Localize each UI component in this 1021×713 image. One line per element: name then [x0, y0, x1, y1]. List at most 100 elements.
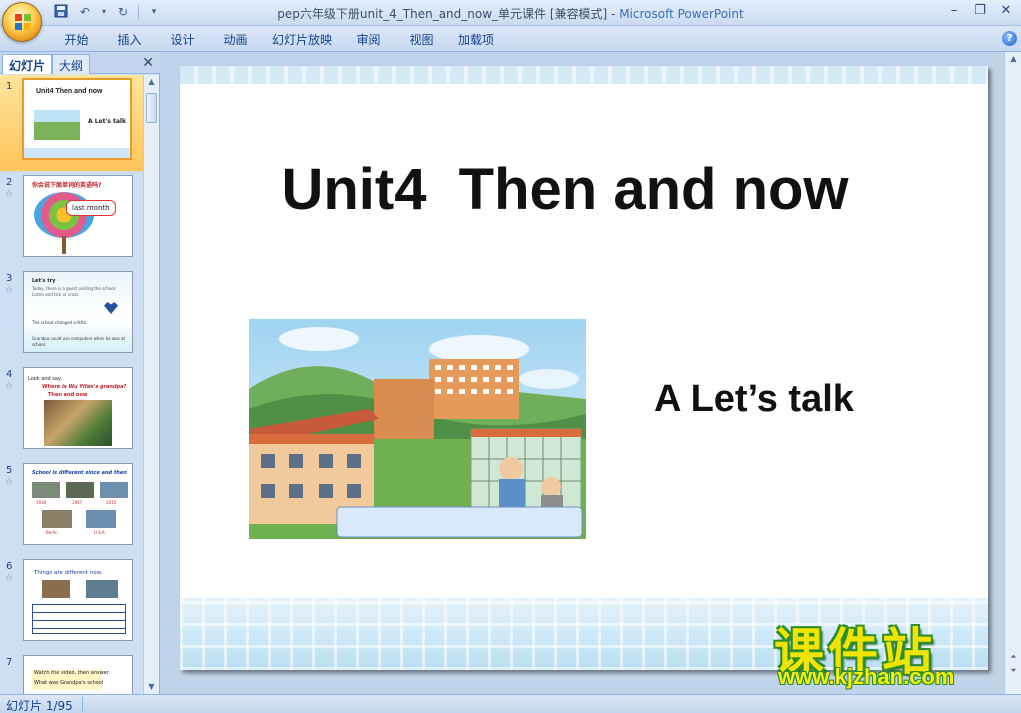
slide-thumbnail-7[interactable]: 7 Watch the video, then answer. What was…	[0, 651, 144, 694]
thumb-subtitle: What was Grandpa's school	[34, 680, 104, 686]
slide-thumbnail-1[interactable]: 1 Unit4 Then and now A Let's talk	[0, 75, 144, 171]
scroll-up-icon[interactable]: ▲	[1006, 52, 1021, 66]
thumb-subtitle: A Let's talk	[88, 118, 126, 125]
tab-slideshow[interactable]: 幻灯片放映	[262, 31, 342, 48]
slide-preview: Watch the video, then answer. What was G…	[23, 655, 133, 694]
thumb-label: Berlin	[46, 530, 58, 535]
office-button[interactable]	[2, 2, 42, 42]
status-separator	[82, 697, 83, 711]
thumb-photo	[86, 510, 116, 528]
animation-star-icon: ☆	[5, 573, 14, 583]
thumbnail-scrollbar[interactable]: ▲ ▼	[143, 75, 159, 694]
title-separator: -	[607, 7, 620, 21]
slide-counter: 幻灯片 1/95	[6, 699, 73, 713]
slides-pane: 幻灯片 大纲 ✕ 1 Unit4 Then and now A Let's ta…	[0, 52, 160, 694]
thumb-label: 2015	[106, 500, 117, 505]
slide-number: 5	[6, 465, 13, 476]
slide-preview: Look and say. Where is Wu Yifan's grandp…	[23, 367, 133, 449]
thumb-subtitle: Today, there is a guest visiting the sch…	[32, 286, 117, 297]
slide-number: 3	[6, 273, 13, 284]
thumb-line: The school changed a little.	[32, 320, 88, 325]
tab-outline[interactable]: 大纲	[52, 54, 91, 74]
thumb-photo	[42, 510, 72, 528]
slide-thumbnail-3[interactable]: 3 ☆ Let's try Today, there is a guest vi…	[0, 267, 144, 363]
slide-top-band	[180, 66, 988, 84]
previous-slide-icon[interactable]: ⏶	[1006, 650, 1021, 664]
slide-preview: Things are different now.	[23, 559, 133, 641]
slide-thumbnail-6[interactable]: 6 ☆ Things are different now.	[0, 555, 144, 651]
editor-scrollbar[interactable]: ▲ ⏶ ⏷	[1004, 52, 1021, 694]
ribbon-tabs: 开始 插入 设计 动画 幻灯片放映 审阅 视图 加载项 ?	[0, 26, 1021, 52]
thumb-title: Let's try	[32, 278, 56, 284]
next-slide-icon[interactable]: ⏷	[1006, 664, 1021, 678]
thumb-picture	[34, 110, 80, 140]
slide-number: 4	[6, 369, 13, 380]
tab-review[interactable]: 审阅	[342, 31, 395, 48]
watermark: 课件站 www.kjzhan.com	[770, 612, 1006, 690]
thumb-trunk	[62, 236, 66, 254]
slide-preview: 你会说下面单词的英语吗? last month	[23, 175, 133, 257]
animation-star-icon: ☆	[5, 381, 14, 391]
thumb-title: Look and say.	[28, 376, 62, 382]
slide-preview: Unit4 Then and now A Let's talk	[22, 78, 132, 160]
tab-slides[interactable]: 幻灯片	[2, 54, 53, 74]
current-slide[interactable]: Unit4 Then and now A Let’s talk	[180, 66, 988, 670]
thumbnail-list: 1 Unit4 Then and now A Let's talk 2 ☆ 你会…	[0, 75, 144, 694]
minimize-icon[interactable]: –	[945, 2, 963, 20]
close-pane-icon[interactable]: ✕	[142, 55, 154, 71]
app-name: Microsoft PowerPoint	[619, 7, 744, 21]
tab-addins[interactable]: 加载项	[448, 31, 501, 48]
slide-number: 2	[6, 177, 13, 188]
slide-number: 1	[6, 81, 13, 92]
close-icon[interactable]: ✕	[997, 2, 1015, 20]
thumb-line: Then and now	[48, 392, 88, 398]
slide-preview: Let's try Today, there is a guest visiti…	[23, 271, 133, 353]
thumb-title: Unit4 Then and now	[36, 88, 103, 95]
thumb-label: 1930	[36, 500, 47, 505]
slide-thumbnail-2[interactable]: 2 ☆ 你会说下面单词的英语吗? last month	[0, 171, 144, 267]
scrollbar-thumb[interactable]	[146, 93, 157, 123]
thumb-photo	[66, 482, 94, 498]
thumb-photo	[32, 482, 60, 498]
restore-icon[interactable]: ❐	[971, 2, 989, 20]
thumb-photo	[86, 580, 118, 598]
thumb-picture	[44, 400, 112, 446]
tab-animations[interactable]: 动画	[209, 31, 262, 48]
watermark-url: www.kjzhan.com	[778, 664, 955, 689]
thumb-subtitle: Where is Wu Yifan's grandpa?	[42, 384, 127, 390]
thumb-title: Watch the video, then answer.	[34, 670, 110, 676]
slide-thumbnail-4[interactable]: 4 ☆ Look and say. Where is Wu Yifan's gr…	[0, 363, 144, 459]
thumb-title: Things are different now.	[34, 570, 103, 576]
animation-star-icon: ☆	[5, 285, 14, 295]
thumb-line: Grandpa could use computers when he was …	[32, 336, 126, 347]
tab-insert[interactable]: 插入	[103, 31, 156, 48]
window-title: pep六年级下册unit_4_Then_and_now_单元课件 [兼容模式] …	[0, 5, 1021, 22]
thumb-band	[24, 148, 130, 158]
thumb-table	[32, 604, 126, 634]
slide-number: 6	[6, 561, 13, 572]
thumb-title: 你会说下面单词的英语吗?	[32, 182, 102, 189]
help-icon[interactable]: ?	[1002, 31, 1017, 46]
thumb-label: 1967	[72, 500, 83, 505]
title-bar: ↶ ▾ ↻ ▾ pep六年级下册unit_4_Then_and_now_单元课件…	[0, 0, 1021, 26]
tab-view[interactable]: 视图	[395, 31, 448, 48]
status-bar: 幻灯片 1/95	[0, 694, 1021, 713]
thumb-photo	[100, 482, 128, 498]
slide-thumbnail-5[interactable]: 5 ☆ School is different since and then 1…	[0, 459, 144, 555]
scroll-down-icon[interactable]: ▼	[144, 680, 159, 694]
thumb-label: U.S.A	[94, 530, 105, 535]
animation-star-icon: ☆	[5, 477, 14, 487]
office-logo-icon	[15, 14, 31, 30]
slide-preview: School is different since and then 1930 …	[23, 463, 133, 545]
thumb-title: School is different since and then	[32, 470, 127, 476]
slide-subtitle[interactable]: A Let’s talk	[654, 378, 854, 421]
scroll-up-icon[interactable]: ▲	[144, 75, 159, 89]
slide-title[interactable]: Unit4 Then and now	[180, 156, 950, 223]
tab-home[interactable]: 开始	[50, 31, 103, 48]
school-illustration[interactable]	[249, 319, 586, 539]
thumb-photo	[42, 580, 70, 598]
tab-design[interactable]: 设计	[156, 31, 209, 48]
document-title: pep六年级下册unit_4_Then_and_now_单元课件 [兼容模式]	[277, 7, 608, 21]
pane-tabs: 幻灯片 大纲 ✕	[0, 52, 160, 74]
animation-star-icon: ☆	[5, 189, 14, 199]
